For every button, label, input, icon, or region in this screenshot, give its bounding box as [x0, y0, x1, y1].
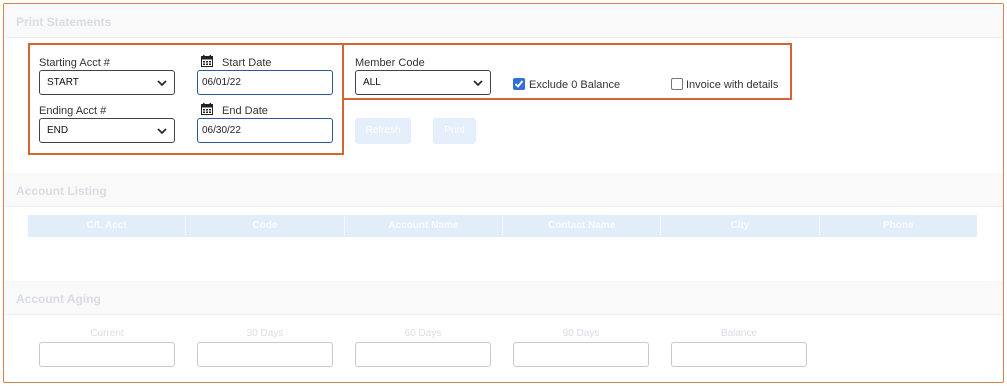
refresh-button[interactable]: Refresh	[355, 118, 411, 144]
aging-current-label: Current	[90, 328, 124, 339]
account-listing-title: Account Listing	[16, 184, 107, 198]
end-date-label: End Date	[222, 105, 268, 117]
aging-current-input[interactable]	[39, 342, 175, 367]
column-header-cl-acct[interactable]: C/L Acct	[28, 215, 187, 237]
aging-balance-label: Balance	[720, 328, 758, 339]
chevron-down-icon	[473, 80, 483, 87]
account-aging-header: Account Aging	[4, 281, 1003, 315]
print-button[interactable]: Print	[433, 118, 476, 144]
exclude-zero-balance-checkbox[interactable]	[513, 78, 525, 90]
print-statements-header: Print Statements	[4, 4, 1003, 38]
start-date-label: Start Date	[222, 57, 272, 69]
ending-acct-select[interactable]: END	[39, 118, 175, 143]
aging-90-days-label: 90 Days	[562, 328, 600, 339]
aging-60-days-label: 60 Days	[404, 328, 442, 339]
account-listing-header: Account Listing	[4, 173, 1003, 207]
column-header-code[interactable]: Code	[186, 215, 345, 237]
aging-60-days-input[interactable]	[355, 342, 491, 367]
chevron-down-icon	[157, 128, 167, 135]
end-date-input[interactable]: 06/30/22	[197, 118, 333, 143]
column-header-contact-name[interactable]: Contact Name	[503, 215, 662, 237]
invoice-with-details-label: Invoice with details	[686, 79, 779, 91]
aging-90-days-input[interactable]	[513, 342, 649, 367]
chevron-down-icon	[157, 80, 167, 87]
exclude-zero-balance-label: Exclude 0 Balance	[529, 79, 621, 91]
start-date-input[interactable]: 06/01/22	[197, 70, 333, 95]
column-header-phone[interactable]: Phone	[820, 215, 977, 237]
page-frame: Print Statements Starting Acct # START E…	[3, 3, 1004, 383]
aging-30-days-input[interactable]	[197, 342, 333, 367]
calendar-icon[interactable]	[201, 55, 213, 67]
ending-acct-label: Ending Acct #	[39, 105, 107, 117]
aging-balance-input[interactable]	[671, 342, 807, 367]
ending-acct-value: END	[47, 125, 69, 136]
column-header-account-name[interactable]: Account Name	[345, 215, 503, 237]
invoice-with-details-checkbox[interactable]	[671, 78, 683, 90]
aging-30-days-label: 30 Days	[246, 328, 284, 339]
starting-acct-select[interactable]: START	[39, 70, 175, 95]
checkmark-icon	[514, 80, 524, 88]
print-statements-title: Print Statements	[16, 15, 112, 29]
starting-acct-value: START	[47, 77, 79, 88]
column-header-city[interactable]: City	[661, 215, 820, 237]
member-code-select[interactable]: ALL	[355, 70, 491, 95]
member-code-label: Member Code	[355, 57, 425, 69]
member-code-value: ALL	[363, 77, 381, 88]
starting-acct-label: Starting Acct #	[39, 57, 110, 69]
calendar-icon[interactable]	[201, 103, 213, 115]
account-listing-table-header: C/L Acct Code Account Name Contact Name …	[28, 215, 977, 237]
account-aging-title: Account Aging	[16, 292, 101, 306]
